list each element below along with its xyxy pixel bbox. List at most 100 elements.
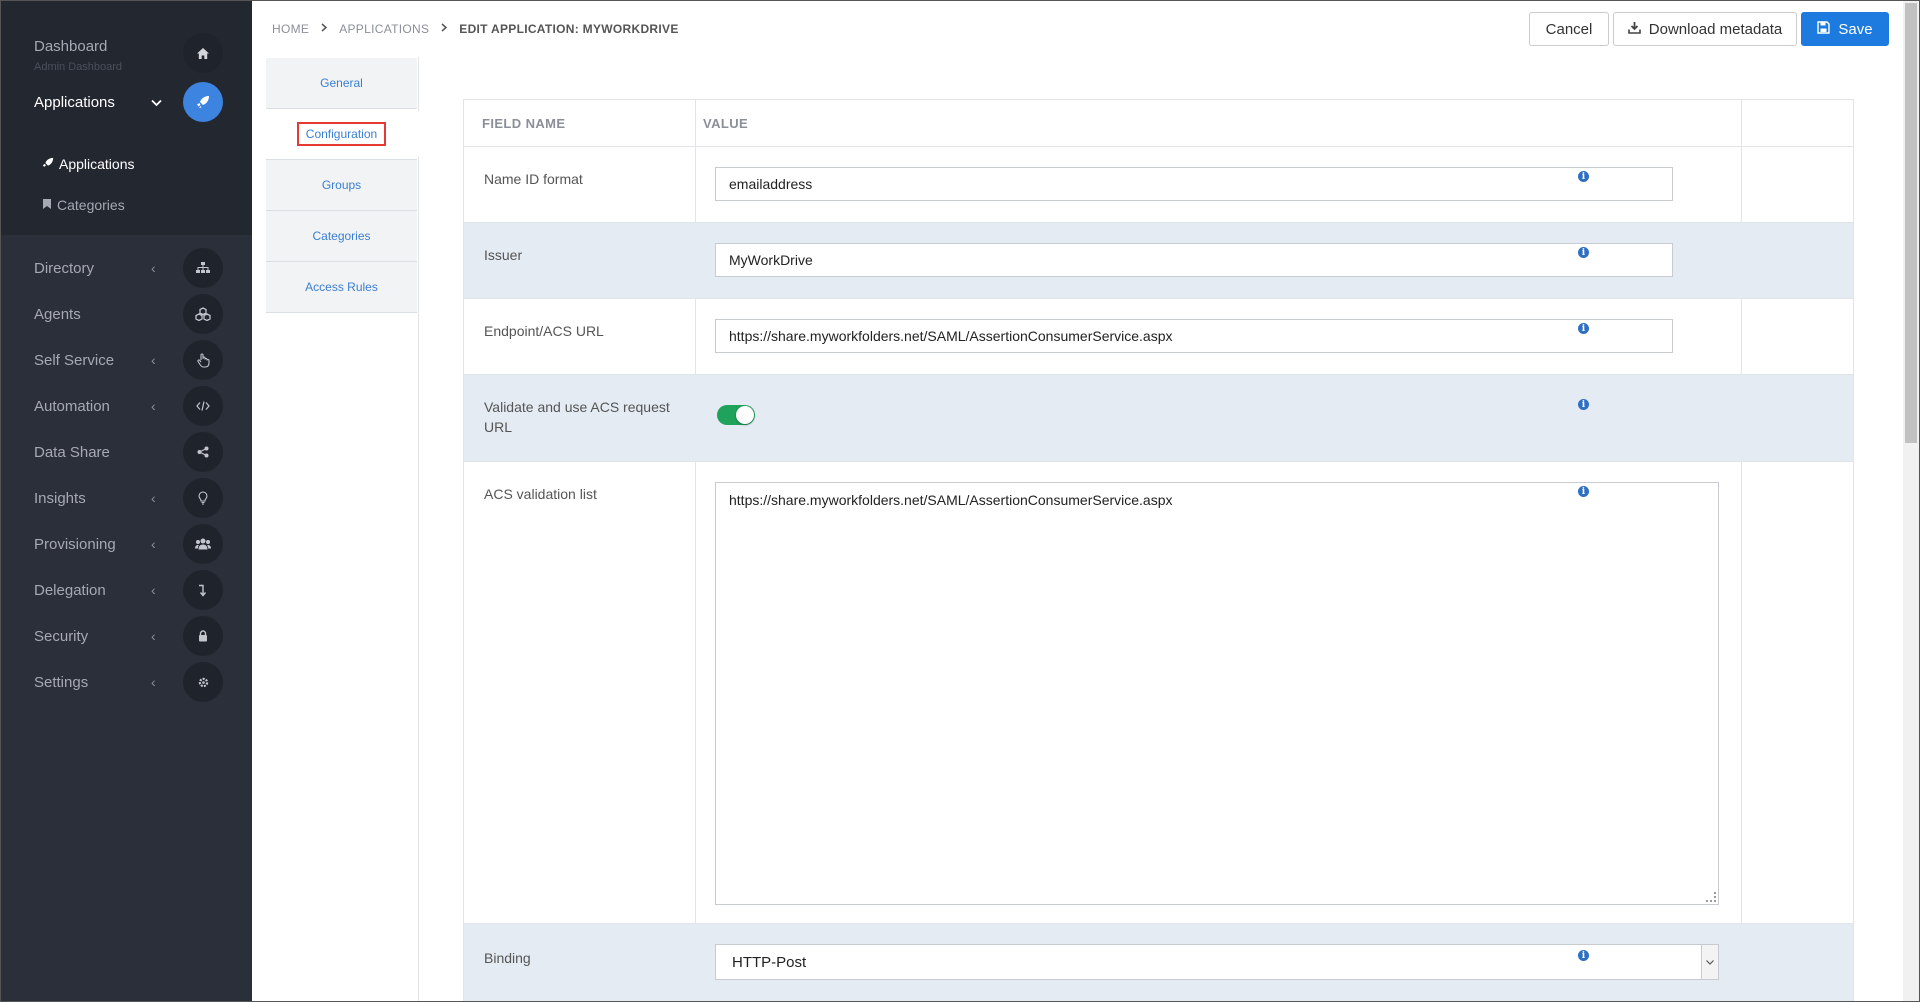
- main-content: FIELD NAME VALUE Name ID format emailadd…: [419, 57, 1901, 1001]
- lightbulb-icon: [183, 478, 223, 518]
- tab-label: Groups: [321, 178, 362, 192]
- tab-access-rules[interactable]: Access Rules: [266, 262, 417, 313]
- sidebar-item-agents[interactable]: Agents: [1, 291, 252, 337]
- cancel-button[interactable]: Cancel: [1529, 12, 1609, 46]
- sidebar-item-label: Delegation: [34, 581, 106, 599]
- tab-label: Categories: [312, 229, 371, 243]
- field-label: ACS validation list: [484, 486, 597, 502]
- chevron-left-icon: ‹: [151, 674, 156, 690]
- save-button[interactable]: Save: [1801, 12, 1889, 46]
- info-icon[interactable]: i: [1578, 323, 1589, 334]
- sidebar-item-applications[interactable]: Applications: [1, 79, 252, 125]
- acs-validation-list-textarea[interactable]: https://share.myworkfolders.net/SAML/Ass…: [715, 482, 1719, 905]
- sidebar-item-label: Data Share: [34, 443, 110, 461]
- scrollbar-thumb[interactable]: [1905, 3, 1917, 443]
- resize-handle[interactable]: [1706, 892, 1716, 902]
- gear-icon: [183, 662, 223, 702]
- top-bar: HOME APPLICATIONS EDIT APPLICATION: MYWO…: [252, 1, 1919, 57]
- download-metadata-button[interactable]: Download metadata: [1613, 12, 1797, 46]
- toggle-knob: [736, 406, 754, 424]
- tab-configuration[interactable]: Configuration: [266, 109, 417, 160]
- sidebar-item-settings[interactable]: Settings ‹: [1, 659, 252, 705]
- endpoint-acs-url-input[interactable]: https://share.myworkfolders.net/SAML/Ass…: [715, 319, 1673, 353]
- cubes-icon: [183, 294, 223, 334]
- table-row-validate-acs: Validate and use ACS request URL i: [464, 375, 1853, 462]
- sidebar-item-label: Settings: [34, 673, 89, 691]
- table-row-name-id-format: Name ID format emailaddress i: [464, 147, 1853, 223]
- name-id-format-input[interactable]: emailaddress: [715, 167, 1673, 201]
- subnav-applications[interactable]: Applications: [42, 156, 135, 172]
- column-header-value: VALUE: [703, 116, 749, 131]
- save-button-label: Save: [1838, 20, 1873, 38]
- sidebar-item-label: Applications: [34, 93, 115, 111]
- subnav-label: Applications: [59, 156, 135, 172]
- sitemap-icon: [183, 248, 223, 288]
- validate-acs-toggle[interactable]: [717, 405, 755, 425]
- subnav-categories[interactable]: Categories: [42, 197, 125, 213]
- table-row-binding: Binding HTTP-Post i: [464, 924, 1853, 1001]
- sidebar-item-label: Automation: [34, 397, 110, 415]
- sidebar-item-self-service[interactable]: Self Service ‹: [1, 337, 252, 383]
- sidebar-item-insights[interactable]: Insights ‹: [1, 475, 252, 521]
- sidebar-item-delegation[interactable]: Delegation ‹: [1, 567, 252, 613]
- tab-label: Access Rules: [305, 280, 378, 294]
- textarea-value: https://share.myworkfolders.net/SAML/Ass…: [729, 492, 1173, 508]
- breadcrumb-home[interactable]: HOME: [272, 22, 309, 36]
- hand-pointer-icon: [183, 340, 223, 380]
- sidebar: Dashboard Admin Dashboard Applications A…: [1, 1, 252, 1001]
- chevron-left-icon: ‹: [151, 490, 156, 506]
- code-icon: [183, 386, 223, 426]
- chevron-left-icon: ‹: [151, 536, 156, 552]
- chevron-left-icon: ‹: [151, 628, 156, 644]
- sidebar-item-data-share[interactable]: Data Share: [1, 429, 252, 475]
- table-header: FIELD NAME VALUE: [464, 100, 1853, 147]
- sidebar-item-label: Security: [34, 627, 89, 645]
- info-icon[interactable]: i: [1578, 399, 1589, 410]
- input-value: MyWorkDrive: [729, 252, 813, 268]
- share-icon: [183, 432, 223, 472]
- issuer-input[interactable]: MyWorkDrive: [715, 243, 1673, 277]
- sidebar-item-directory[interactable]: Directory ‹: [1, 245, 252, 291]
- info-icon[interactable]: i: [1578, 171, 1589, 182]
- tab-groups[interactable]: Groups: [266, 160, 417, 211]
- sidebar-item-automation[interactable]: Automation ‹: [1, 383, 252, 429]
- sidebar-item-provisioning[interactable]: Provisioning ‹: [1, 521, 252, 567]
- configuration-table: FIELD NAME VALUE Name ID format emailadd…: [463, 99, 1854, 1001]
- sidebar-item-label: Provisioning: [34, 535, 116, 553]
- rocket-icon: [183, 82, 223, 122]
- sidebar-item-label: Self Service: [34, 351, 115, 369]
- download-icon: [1627, 21, 1641, 38]
- binding-select[interactable]: HTTP-Post: [715, 944, 1719, 980]
- breadcrumb-applications[interactable]: APPLICATIONS: [339, 22, 429, 36]
- field-label: Issuer: [484, 247, 523, 263]
- users-icon: [183, 524, 223, 564]
- sidebar-item-label: Agents: [34, 305, 81, 323]
- lock-icon: [183, 616, 223, 656]
- field-label: Endpoint/ACS URL: [484, 323, 604, 339]
- chevron-down-icon: [151, 94, 162, 110]
- select-value: HTTP-Post: [732, 953, 807, 971]
- sidebar-item-sublabel: Admin Dashboard: [34, 61, 123, 73]
- sidebar-item-security[interactable]: Security ‹: [1, 613, 252, 659]
- download-metadata-label: Download metadata: [1648, 20, 1783, 38]
- page-scrollbar[interactable]: [1903, 1, 1919, 1001]
- sidebar-item-dashboard[interactable]: Dashboard Admin Dashboard: [1, 30, 252, 76]
- rocket-icon: [42, 156, 54, 172]
- info-icon[interactable]: i: [1578, 247, 1589, 258]
- table-row-endpoint: Endpoint/ACS URL https://share.myworkfol…: [464, 299, 1853, 375]
- info-icon[interactable]: i: [1578, 950, 1589, 961]
- cancel-button-label: Cancel: [1545, 20, 1593, 38]
- tab-categories[interactable]: Categories: [266, 211, 417, 262]
- field-label: Binding: [484, 950, 531, 966]
- info-icon[interactable]: i: [1578, 486, 1589, 497]
- home-icon: [183, 33, 223, 73]
- input-value: https://share.myworkfolders.net/SAML/Ass…: [729, 328, 1173, 344]
- sidebar-item-label: Insights: [34, 489, 86, 507]
- field-label: Name ID format: [484, 171, 583, 187]
- breadcrumb: HOME APPLICATIONS EDIT APPLICATION: MYWO…: [272, 22, 679, 36]
- tab-general[interactable]: General: [266, 58, 417, 109]
- chevron-right-icon: [441, 23, 448, 35]
- chevron-left-icon: ‹: [151, 352, 156, 368]
- sidebar-item-label: Directory: [34, 259, 95, 277]
- table-row-acs-validation-list: ACS validation list https://share.mywork…: [464, 462, 1853, 924]
